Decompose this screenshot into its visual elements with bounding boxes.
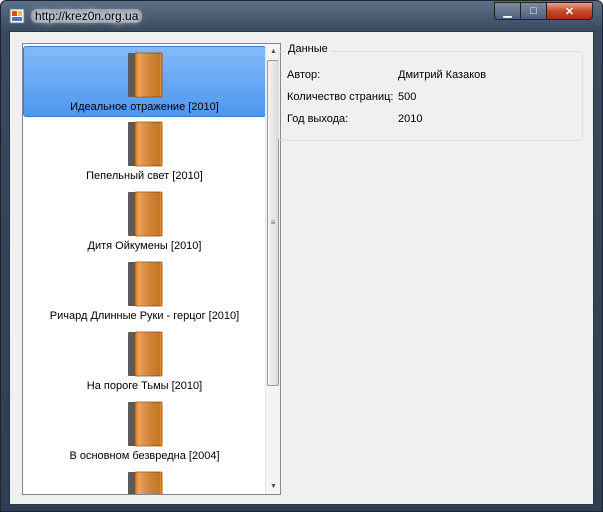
year-label: Год выхода:: [287, 113, 349, 125]
book-list-item[interactable]: [23, 466, 266, 494]
book-list-item[interactable]: Дитя Ойкумены [2010]: [23, 186, 266, 257]
book-list-item[interactable]: Ричард Длинные Руки - герцог [2010]: [23, 256, 266, 327]
book-icon: [127, 121, 162, 167]
book-list-item-label: Дитя Ойкумены [2010]: [87, 240, 202, 252]
pages-value: 500: [398, 91, 417, 103]
maximize-icon: □: [530, 5, 537, 17]
minimize-button[interactable]: ▁: [494, 2, 521, 20]
title-bar[interactable]: http://krez0n.org.ua ▁ □ ✕: [1, 1, 602, 31]
book-icon: [127, 331, 162, 377]
author-label: Автор:: [287, 69, 321, 81]
book-list-item[interactable]: В основном безвредна [2004]: [23, 396, 266, 467]
book-icon: [127, 471, 162, 494]
app-window: http://krez0n.org.ua ▁ □ ✕ Идеальное отр…: [0, 0, 603, 512]
details-group-title: Данные: [285, 43, 331, 55]
book-icon: [127, 261, 162, 307]
year-value: 2010: [398, 113, 423, 125]
scroll-down-button[interactable]: ▼: [266, 479, 280, 494]
grip-icon: ≡: [270, 218, 276, 227]
book-list-item[interactable]: Идеальное отражение [2010]: [23, 46, 266, 117]
book-list-item-label: Ричард Длинные Руки - герцог [2010]: [49, 310, 240, 322]
window-title: http://krez0n.org.ua: [31, 9, 143, 23]
book-list-item-label: В основном безвредна [2004]: [69, 450, 220, 462]
book-list-item[interactable]: На пороге Тьмы [2010]: [23, 326, 266, 397]
close-button[interactable]: ✕: [546, 2, 593, 20]
book-list-item-label: Пепельный свет [2010]: [86, 170, 203, 182]
close-icon: ✕: [564, 5, 575, 18]
book-icon: [127, 401, 162, 447]
app-icon: [9, 8, 25, 24]
minimize-icon: ▁: [503, 5, 512, 18]
arrow-up-icon: ▲: [270, 48, 277, 55]
book-list-item-label: Идеальное отражение [2010]: [70, 101, 219, 113]
book-list-item[interactable]: Пепельный свет [2010]: [23, 116, 266, 187]
book-list-item-label: На пороге Тьмы [2010]: [86, 380, 203, 392]
book-icon: [127, 52, 162, 98]
client-area: Идеальное отражение [2010] Пепельный свет…: [9, 31, 594, 505]
book-icon: [127, 191, 162, 237]
book-list[interactable]: Идеальное отражение [2010] Пепельный свет…: [22, 43, 281, 495]
maximize-button[interactable]: □: [520, 2, 547, 20]
author-value: Дмитрий Казаков: [398, 69, 487, 81]
pages-label: Количество страниц:: [287, 91, 394, 103]
arrow-down-icon: ▼: [270, 483, 277, 490]
